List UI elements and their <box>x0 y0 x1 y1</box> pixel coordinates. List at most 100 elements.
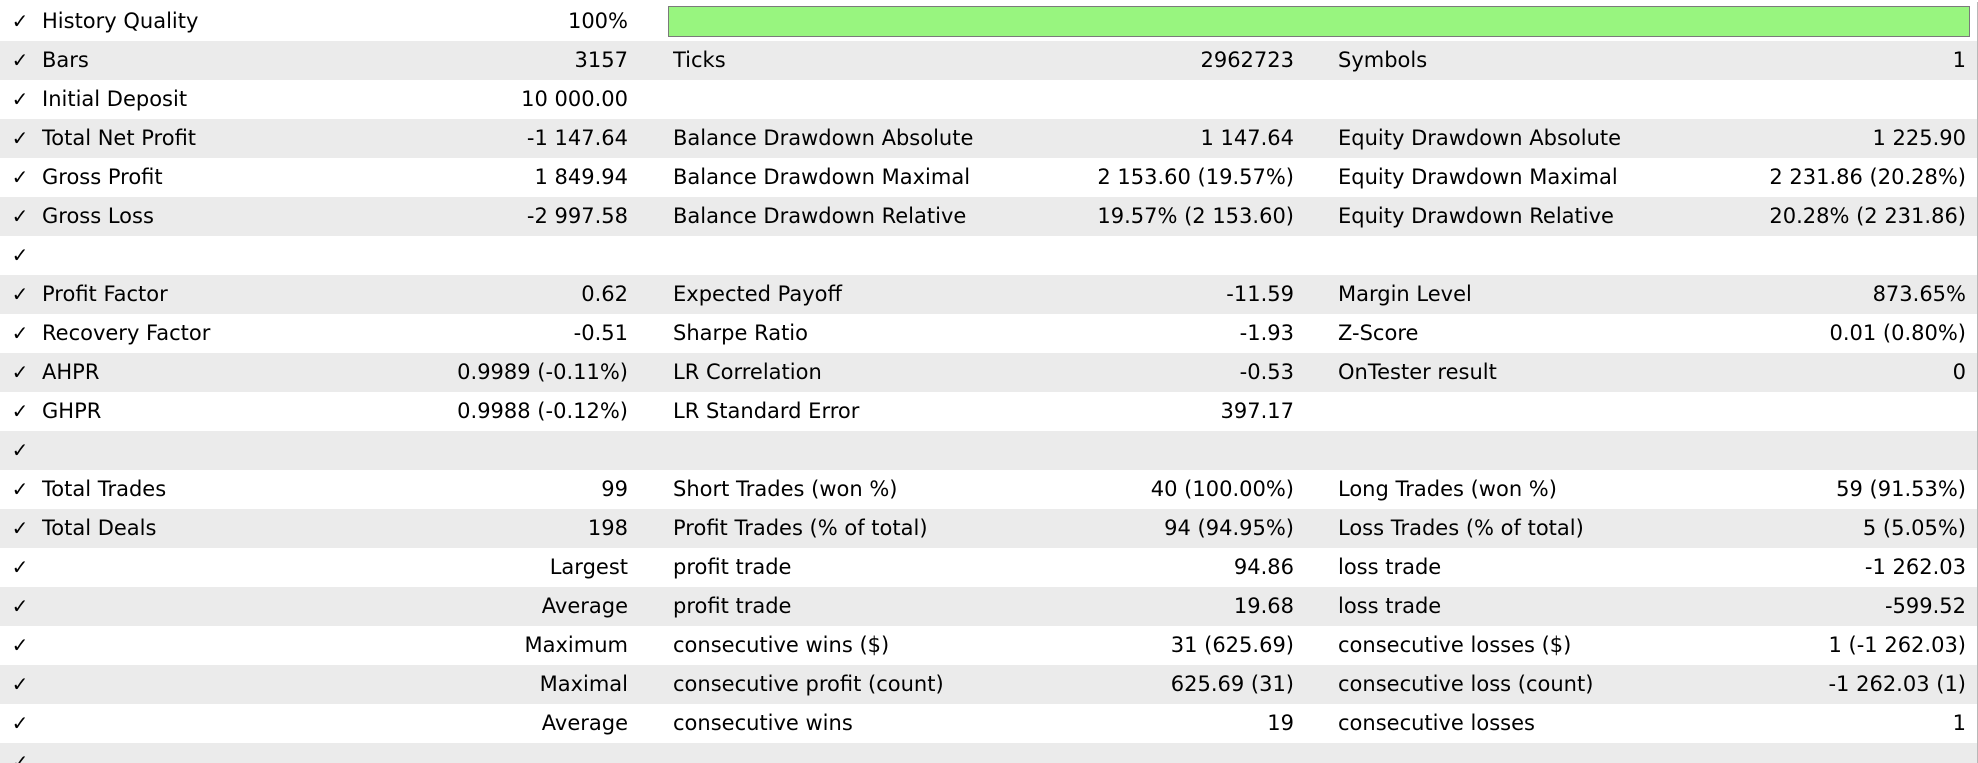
row-history-quality: ✓ History Quality 100% <box>0 2 1977 41</box>
value-long-trades: 59 (91.53%) <box>1836 477 1966 501</box>
row-spacer: ✓ <box>0 236 1977 275</box>
check-icon[interactable]: ✓ <box>9 392 31 431</box>
label-history-quality: History Quality <box>42 9 199 33</box>
value-largest-profit-trade: 94.86 <box>1233 555 1294 579</box>
row-initial-deposit: ✓ Initial Deposit 10 000.00 <box>0 80 1977 119</box>
value-balance-drawdown-maximal: 2 153.60 (19.57%) <box>1097 165 1294 189</box>
value-short-trades: 40 (100.00%) <box>1150 477 1294 501</box>
label-average-consecutive: Average <box>541 711 628 735</box>
history-quality-fill <box>669 7 1969 36</box>
label-maximal: Maximal <box>539 672 628 696</box>
value-consecutive-profit-count: 625.69 (31) <box>1170 672 1294 696</box>
value-initial-deposit: 10 000.00 <box>521 87 628 111</box>
history-quality-bar <box>668 6 1970 37</box>
value-loss-trades: 5 (5.05%) <box>1862 516 1966 540</box>
value-gross-profit: 1 849.94 <box>534 165 628 189</box>
check-icon[interactable]: ✓ <box>9 743 31 763</box>
row-average-consecutive: ✓ Average consecutive wins 19 consecutiv… <box>0 704 1977 743</box>
check-icon[interactable]: ✓ <box>9 587 31 626</box>
label-initial-deposit: Initial Deposit <box>42 87 188 111</box>
value-sharpe-ratio: -1.93 <box>1239 321 1294 345</box>
value-average-loss-trade: -599.52 <box>1884 594 1966 618</box>
check-icon[interactable]: ✓ <box>9 626 31 665</box>
label-total-trades: Total Trades <box>42 477 167 501</box>
row-gross-loss: ✓ Gross Loss -2 997.58 Balance Drawdown … <box>0 197 1977 236</box>
value-ghpr: 0.9988 (-0.12%) <box>457 399 628 423</box>
value-profit-trades: 94 (94.95%) <box>1164 516 1294 540</box>
value-total-trades: 99 <box>601 477 628 501</box>
check-icon[interactable]: ✓ <box>9 2 31 41</box>
row-spacer: ✓ <box>0 431 1977 470</box>
value-ahpr: 0.9989 (-0.11%) <box>457 360 628 384</box>
check-icon[interactable]: ✓ <box>9 158 31 197</box>
check-icon[interactable]: ✓ <box>9 665 31 704</box>
label-recovery-factor: Recovery Factor <box>42 321 211 345</box>
row-partial: ✓ <box>0 743 1977 763</box>
value-largest-loss-trade: -1 262.03 <box>1864 555 1966 579</box>
check-icon[interactable]: ✓ <box>9 119 31 158</box>
row-total-deals: ✓ Total Deals 198 Profit Trades (% of to… <box>0 509 1977 548</box>
value-equity-drawdown-relative: 20.28% (2 231.86) <box>1769 204 1966 228</box>
check-icon[interactable]: ✓ <box>9 704 31 743</box>
value-profit-factor: 0.62 <box>581 282 628 306</box>
label-ahpr: AHPR <box>42 360 100 384</box>
value-ticks: 2962723 <box>1200 48 1294 72</box>
row-ahpr: ✓ AHPR 0.9989 (-0.11%) LR Correlation -0… <box>0 353 1977 392</box>
value-equity-drawdown-absolute: 1 225.90 <box>1872 126 1966 150</box>
row-profit-factor: ✓ Profit Factor 0.62 Expected Payoff -11… <box>0 275 1977 314</box>
value-equity-drawdown-maximal: 2 231.86 (20.28%) <box>1769 165 1966 189</box>
value-total-net-profit: -1 147.64 <box>526 126 628 150</box>
check-icon[interactable]: ✓ <box>9 470 31 509</box>
value-balance-drawdown-relative: 19.57% (2 153.60) <box>1097 204 1294 228</box>
check-icon[interactable]: ✓ <box>9 548 31 587</box>
value-ontester-result: 0 <box>1952 360 1966 384</box>
value-recovery-factor: -0.51 <box>573 321 628 345</box>
check-icon[interactable]: ✓ <box>9 431 31 470</box>
row-gross-profit: ✓ Gross Profit 1 849.94 Balance Drawdown… <box>0 158 1977 197</box>
label-largest: Largest <box>549 555 628 579</box>
value-lr-correlation: -0.53 <box>1239 360 1294 384</box>
value-consecutive-loss-count: -1 262.03 (1) <box>1828 672 1966 696</box>
label-ghpr: GHPR <box>42 399 102 423</box>
label-maximum: Maximum <box>524 633 628 657</box>
row-maximal: ✓ Maximal consecutive profit (count) 625… <box>0 665 1977 704</box>
label-bars: Bars <box>42 48 89 72</box>
value-bars: 3157 <box>574 48 628 72</box>
tester-report-table: ✓ History Quality 100% ✓ Bars 3157 Ticks… <box>0 2 1978 763</box>
label-profit-factor: Profit Factor <box>42 282 168 306</box>
value-margin-level: 873.65% <box>1872 282 1966 306</box>
check-icon[interactable]: ✓ <box>9 236 31 275</box>
value-expected-payoff: -11.59 <box>1226 282 1294 306</box>
value-gross-loss: -2 997.58 <box>526 204 628 228</box>
value-history-quality: 100% <box>567 9 628 33</box>
label-gross-loss: Gross Loss <box>42 204 154 228</box>
check-icon[interactable]: ✓ <box>9 80 31 119</box>
row-total-net-profit: ✓ Total Net Profit -1 147.64 Balance Dra… <box>0 119 1977 158</box>
row-total-trades: ✓ Total Trades 99 Short Trades (won %) 4… <box>0 470 1977 509</box>
row-ghpr: ✓ GHPR 0.9988 (-0.12%) LR Standard Error… <box>0 392 1977 431</box>
row-recovery-factor: ✓ Recovery Factor -0.51 Sharpe Ratio -1.… <box>0 314 1977 353</box>
check-icon[interactable]: ✓ <box>9 314 31 353</box>
check-icon[interactable]: ✓ <box>9 275 31 314</box>
check-icon[interactable]: ✓ <box>9 353 31 392</box>
check-icon[interactable]: ✓ <box>9 509 31 548</box>
value-average-profit-trade: 19.68 <box>1233 594 1294 618</box>
value-consecutive-losses: 1 <box>1952 711 1966 735</box>
label-gross-profit: Gross Profit <box>42 165 163 189</box>
label-total-deals: Total Deals <box>42 516 157 540</box>
row-average: ✓ Average profit trade 19.68 loss trade … <box>0 587 1977 626</box>
value-consecutive-wins-money: 31 (625.69) <box>1170 633 1294 657</box>
check-icon[interactable]: ✓ <box>9 41 31 80</box>
row-maximum: ✓ Maximum consecutive wins ($) 31 (625.6… <box>0 626 1977 665</box>
value-consecutive-wins: 19 <box>1267 711 1294 735</box>
label-total-net-profit: Total Net Profit <box>42 126 197 150</box>
label-average: Average <box>541 594 628 618</box>
check-icon[interactable]: ✓ <box>9 197 31 236</box>
value-symbols: 1 <box>1952 48 1966 72</box>
row-largest: ✓ Largest profit trade 94.86 loss trade … <box>0 548 1977 587</box>
value-consecutive-losses-money: 1 (-1 262.03) <box>1828 633 1966 657</box>
value-balance-drawdown-absolute: 1 147.64 <box>1200 126 1294 150</box>
row-bars: ✓ Bars 3157 Ticks 2962723 Symbols 1 <box>0 41 1977 80</box>
value-total-deals: 198 <box>587 516 628 540</box>
value-lr-standard-error: 397.17 <box>1220 399 1294 423</box>
